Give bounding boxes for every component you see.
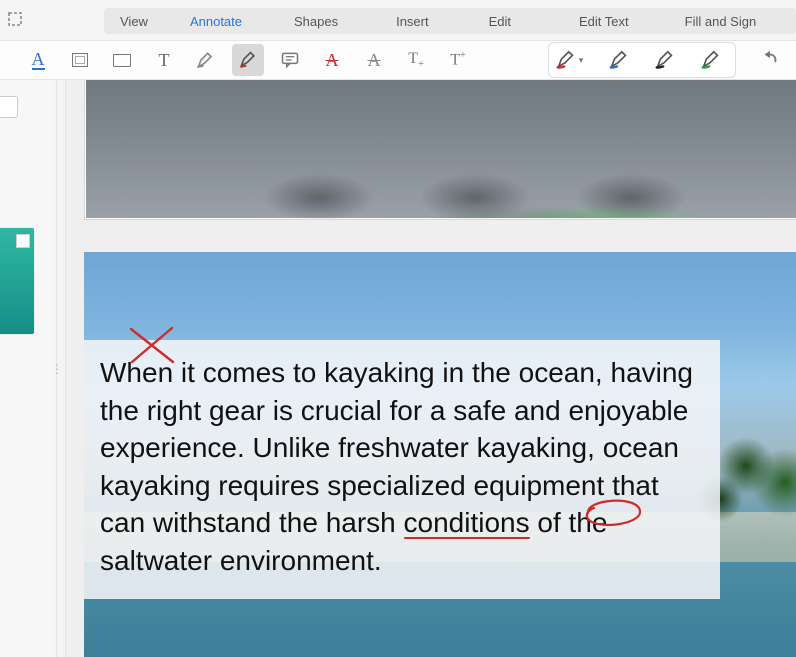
menu-insert[interactable]: Insert xyxy=(386,10,439,33)
text-overlay-panel: When it comes to kayaking in the ocean, … xyxy=(84,340,720,599)
tsub-icon[interactable]: T+ xyxy=(400,44,432,76)
highlighter-icon[interactable] xyxy=(190,44,222,76)
menu-annotate[interactable]: Annotate xyxy=(180,10,252,33)
crop-icon[interactable] xyxy=(6,10,26,30)
menu-bar: View Annotate Shapes Insert Edit Edit Text Fil… xyxy=(104,8,796,34)
panel-splitter[interactable]: ⋮⋮ xyxy=(56,80,66,657)
pen-red-button[interactable]: ▾ xyxy=(553,45,593,75)
annotation-underline[interactable]: conditions xyxy=(404,507,530,538)
highlight-block-icon[interactable] xyxy=(64,44,96,76)
chevron-down-icon: ▾ xyxy=(579,55,584,66)
document-viewport[interactable]: When it comes to kayaking in the ocean, … xyxy=(66,80,796,657)
image-block-kayak xyxy=(84,80,796,220)
tsup-icon[interactable]: T+ xyxy=(442,44,474,76)
strike-a-icon[interactable]: A xyxy=(316,44,348,76)
pen-green-button[interactable] xyxy=(691,45,731,75)
menu-edit[interactable]: Edit xyxy=(479,10,521,33)
left-panel xyxy=(0,80,52,657)
menu-edit-text[interactable]: Edit Text xyxy=(569,10,639,33)
body-paragraph: When it comes to kayaking in the ocean, … xyxy=(100,354,704,579)
undo-button[interactable] xyxy=(752,44,788,76)
menu-shapes[interactable]: Shapes xyxy=(284,10,348,33)
underline-text-icon[interactable]: A xyxy=(22,44,54,76)
pen-icon[interactable] xyxy=(232,44,264,76)
search-input-stub[interactable] xyxy=(0,96,18,118)
menu-fill-and-sign[interactable]: Fill and Sign xyxy=(675,10,767,33)
annotate-toolbar: ATAAT+T+ ▾ xyxy=(0,40,796,80)
comment-icon[interactable] xyxy=(274,44,306,76)
pen-black-button[interactable] xyxy=(645,45,685,75)
page-thumbnail[interactable] xyxy=(0,228,34,334)
text-tool-icon[interactable]: T xyxy=(148,44,180,76)
strike-a2-icon[interactable]: A xyxy=(358,44,390,76)
rectangle-icon[interactable] xyxy=(106,44,138,76)
image-block-beach: When it comes to kayaking in the ocean, … xyxy=(84,252,796,657)
pen-blue-button[interactable] xyxy=(599,45,639,75)
menu-view[interactable]: View xyxy=(110,10,158,33)
pen-color-group: ▾ xyxy=(548,42,736,78)
